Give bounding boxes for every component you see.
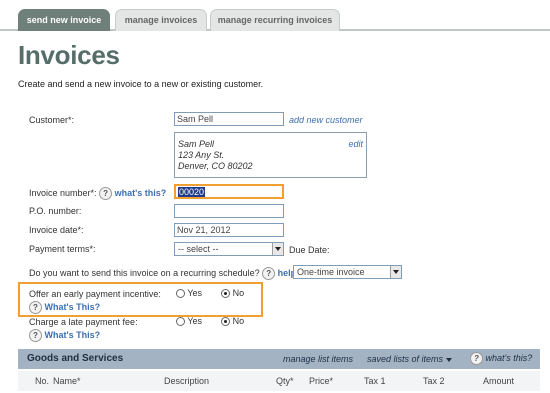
invoice-number-row: Invoice number*: ? what's this? bbox=[29, 187, 166, 200]
column-header-qty: Qty* bbox=[276, 376, 294, 386]
help-icon[interactable]: ? bbox=[262, 267, 276, 280]
page-subtitle: Create and send a new invoice to a new o… bbox=[18, 79, 264, 89]
goods-whats-this-link[interactable]: what's this? bbox=[486, 353, 533, 363]
goods-services-title: Goods and Services bbox=[27, 353, 124, 364]
early-payment-yes-label: Yes bbox=[187, 288, 203, 298]
payment-terms-select[interactable]: -- select -- bbox=[174, 242, 284, 256]
customer-address-box: Sam Pell 123 Any St. Denver, CO 80202 ed… bbox=[174, 132, 367, 178]
early-payment-whats-this-link[interactable]: What's This? bbox=[45, 302, 101, 312]
recurring-selected: One-time invoice bbox=[297, 267, 365, 277]
help-icon[interactable]: ? bbox=[29, 301, 42, 314]
tab-manage-recurring-invoices[interactable]: manage recurring invoices bbox=[210, 9, 340, 31]
invoice-number-value: 00020 bbox=[178, 187, 206, 197]
early-payment-help-row: ? What's This? bbox=[29, 301, 100, 314]
dropdown-arrow-icon bbox=[272, 243, 283, 255]
help-icon[interactable]: ? bbox=[470, 352, 483, 365]
goods-services-bar: Goods and Services manage list items sav… bbox=[18, 349, 540, 369]
address-line-1: Sam Pell bbox=[178, 139, 215, 149]
late-fee-help-row: ? What's This? bbox=[29, 329, 100, 342]
goods-help[interactable]: ? what's this? bbox=[470, 352, 532, 365]
recurring-schedule-select[interactable]: One-time invoice bbox=[293, 265, 402, 279]
early-payment-options: Yes No bbox=[176, 288, 245, 299]
invoice-number-label: Invoice number*: bbox=[29, 187, 97, 198]
late-fee-yes-radio[interactable] bbox=[176, 317, 185, 327]
late-fee-yes-label: Yes bbox=[187, 316, 203, 326]
tab-send-new-invoice[interactable]: send new invoice bbox=[18, 9, 110, 31]
invoice-number-whats-this-link[interactable]: what's this? bbox=[115, 188, 167, 198]
dropdown-arrow-icon bbox=[390, 266, 401, 278]
invoice-date-input[interactable]: Nov 21, 2012 bbox=[174, 223, 284, 237]
late-fee-no-radio[interactable] bbox=[221, 317, 231, 327]
column-header-price: Price* bbox=[309, 376, 334, 386]
help-icon[interactable]: ? bbox=[99, 187, 113, 200]
tab-bar: send new invoice manage invoices manage … bbox=[0, 0, 550, 31]
address-line-2: 123 Any St. bbox=[178, 150, 225, 160]
po-number-input[interactable] bbox=[174, 204, 284, 218]
early-payment-no-label: No bbox=[232, 288, 245, 298]
saved-lists-link[interactable]: saved lists of items bbox=[367, 354, 453, 364]
late-fee-options: Yes No bbox=[176, 316, 245, 327]
add-new-customer-link[interactable]: add new customer bbox=[289, 115, 363, 125]
column-header-no: No. bbox=[35, 376, 50, 386]
due-date-label: Due Date: bbox=[289, 245, 330, 255]
early-payment-label: Offer an early payment incentive: bbox=[29, 289, 161, 299]
payment-terms-selected: -- select -- bbox=[178, 244, 219, 254]
early-payment-no-radio[interactable] bbox=[221, 289, 231, 299]
column-header-tax1: Tax 1 bbox=[364, 376, 386, 386]
saved-lists-label: saved lists of items bbox=[367, 354, 444, 364]
page-title: Invoices bbox=[18, 40, 120, 70]
invoice-number-input[interactable]: 00020 bbox=[174, 184, 284, 199]
late-fee-label: Charge a late payment fee: bbox=[29, 317, 138, 327]
early-payment-yes-radio[interactable] bbox=[176, 289, 185, 299]
chevron-down-icon bbox=[446, 357, 453, 362]
payment-terms-label: Payment terms*: bbox=[29, 244, 96, 254]
customer-input[interactable]: Sam Pell bbox=[174, 112, 284, 126]
customer-label: Customer*: bbox=[29, 115, 75, 125]
manage-list-items-link[interactable]: manage list items bbox=[283, 354, 353, 364]
column-header-tax2: Tax 2 bbox=[423, 376, 445, 386]
help-icon[interactable]: ? bbox=[29, 329, 42, 342]
late-fee-no-label: No bbox=[232, 316, 245, 326]
recurring-row: Do you want to send this invoice on a re… bbox=[29, 267, 296, 280]
edit-address-link[interactable]: edit bbox=[348, 139, 363, 150]
column-header-amount: Amount bbox=[483, 376, 515, 386]
address-line-3: Denver, CO 80202 bbox=[178, 161, 253, 171]
column-header-description: Description bbox=[164, 376, 210, 386]
tab-manage-invoices[interactable]: manage invoices bbox=[115, 9, 207, 31]
invoice-date-label: Invoice date*: bbox=[29, 225, 84, 235]
po-number-label: P.O. number: bbox=[29, 206, 82, 216]
recurring-question: Do you want to send this invoice on a re… bbox=[29, 267, 260, 278]
late-fee-whats-this-link[interactable]: What's This? bbox=[45, 330, 101, 340]
column-header-name: Name* bbox=[53, 376, 81, 386]
